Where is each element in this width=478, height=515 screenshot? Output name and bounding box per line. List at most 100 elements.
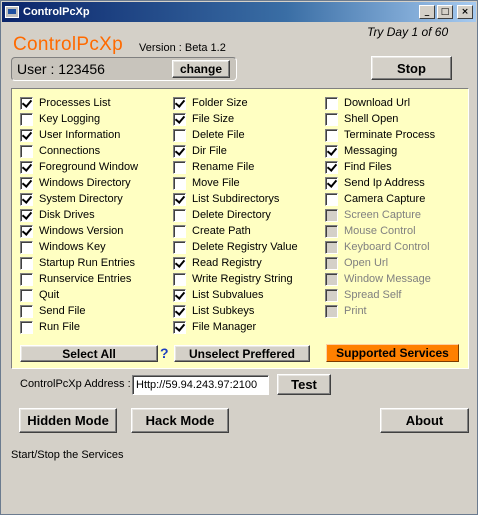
service-option[interactable]: Send File (20, 303, 138, 319)
service-option[interactable]: File Manager (173, 319, 298, 335)
checkbox-checked[interactable] (325, 144, 338, 158)
checkbox[interactable] (20, 240, 33, 254)
service-option[interactable]: Key Logging (20, 111, 138, 127)
service-option[interactable]: User Information (20, 127, 138, 143)
service-option[interactable]: List Subvalues (173, 287, 298, 303)
checkbox-checked[interactable] (173, 256, 186, 270)
service-option[interactable]: Open Url (325, 255, 435, 271)
service-option[interactable]: Disk Drives (20, 207, 138, 223)
service-option[interactable]: Write Registry String (173, 271, 298, 287)
checkbox-checked[interactable] (20, 224, 33, 238)
service-option[interactable]: Connections (20, 143, 138, 159)
service-option[interactable]: Read Registry (173, 255, 298, 271)
checkbox-checked[interactable] (173, 320, 186, 334)
checkbox[interactable] (173, 208, 186, 222)
stop-button[interactable]: Stop (371, 56, 452, 80)
service-option[interactable]: Download Url (325, 95, 435, 111)
minimize-button[interactable]: _ (419, 5, 435, 19)
checkbox[interactable] (173, 160, 186, 174)
test-button[interactable]: Test (277, 374, 331, 395)
about-button[interactable]: About (380, 408, 469, 433)
checkbox-checked[interactable] (325, 160, 338, 174)
checkbox-checked[interactable] (173, 304, 186, 318)
service-option[interactable]: Shell Open (325, 111, 435, 127)
help-icon[interactable]: ? (160, 345, 169, 361)
checkbox-checked[interactable] (20, 96, 33, 110)
service-option[interactable]: Windows Version (20, 223, 138, 239)
service-option[interactable]: List Subdirectorys (173, 191, 298, 207)
checkbox[interactable] (20, 304, 33, 318)
checkbox[interactable] (173, 224, 186, 238)
service-option[interactable]: Send Ip Address (325, 175, 435, 191)
service-option[interactable]: Terminate Process (325, 127, 435, 143)
checkbox-checked[interactable] (325, 176, 338, 190)
service-option[interactable]: Rename File (173, 159, 298, 175)
service-option[interactable]: Camera Capture (325, 191, 435, 207)
service-option[interactable]: Run File (20, 319, 138, 335)
checkbox-checked[interactable] (173, 144, 186, 158)
service-option[interactable]: Foreground Window (20, 159, 138, 175)
checkbox[interactable] (20, 256, 33, 270)
select-all-button[interactable]: Select All (20, 345, 158, 362)
checkbox[interactable] (20, 288, 33, 302)
service-option-label: List Subkeys (192, 305, 255, 317)
checkbox-checked[interactable] (173, 288, 186, 302)
hidden-mode-button[interactable]: Hidden Mode (19, 408, 117, 433)
service-option-label: Keyboard Control (344, 241, 430, 253)
checkbox-checked[interactable] (20, 176, 33, 190)
service-option[interactable]: Delete Directory (173, 207, 298, 223)
service-option[interactable]: Create Path (173, 223, 298, 239)
checkbox[interactable] (173, 240, 186, 254)
title-bar[interactable]: ControlPcXp _ □ × (2, 2, 476, 22)
checkbox[interactable] (20, 272, 33, 286)
checkbox-checked[interactable] (20, 208, 33, 222)
service-option[interactable]: Processes List (20, 95, 138, 111)
checkbox[interactable] (325, 192, 338, 206)
checkbox[interactable] (20, 112, 33, 126)
checkbox[interactable] (20, 144, 33, 158)
service-option[interactable]: Messaging (325, 143, 435, 159)
unselect-preferred-button[interactable]: Unselect Preffered (174, 345, 310, 362)
close-button[interactable]: × (457, 5, 473, 19)
checkbox[interactable] (173, 176, 186, 190)
service-option[interactable]: Delete File (173, 127, 298, 143)
checkbox-checked[interactable] (20, 160, 33, 174)
checkbox[interactable] (325, 96, 338, 110)
change-button[interactable]: change (172, 60, 230, 78)
service-option-label: Delete Registry Value (192, 241, 298, 253)
service-option[interactable]: Quit (20, 287, 138, 303)
service-option[interactable]: Keyboard Control (325, 239, 435, 255)
services-column-2: Folder Size File Size Delete File Dir File R… (173, 95, 298, 335)
service-option[interactable]: Windows Key (20, 239, 138, 255)
supported-services-button[interactable]: Supported Services (326, 344, 459, 362)
checkbox[interactable] (325, 112, 338, 126)
hack-mode-button[interactable]: Hack Mode (131, 408, 229, 433)
service-option[interactable]: Move File (173, 175, 298, 191)
checkbox[interactable] (20, 320, 33, 334)
service-option[interactable]: Folder Size (173, 95, 298, 111)
service-option[interactable]: File Size (173, 111, 298, 127)
service-option[interactable]: Spread Self (325, 287, 435, 303)
checkbox-checked[interactable] (173, 192, 186, 206)
checkbox-checked[interactable] (173, 112, 186, 126)
checkbox-checked[interactable] (20, 128, 33, 142)
service-option[interactable]: Runservice Entries (20, 271, 138, 287)
checkbox[interactable] (173, 272, 186, 286)
checkbox[interactable] (173, 128, 186, 142)
service-option[interactable]: Mouse Control (325, 223, 435, 239)
maximize-button[interactable]: □ (437, 5, 453, 19)
checkbox[interactable] (325, 128, 338, 142)
checkbox-checked[interactable] (20, 192, 33, 206)
service-option[interactable]: List Subkeys (173, 303, 298, 319)
service-option[interactable]: Screen Capture (325, 207, 435, 223)
service-option[interactable]: Dir File (173, 143, 298, 159)
address-input[interactable]: Http://59.94.243.97:2100 (132, 375, 269, 395)
checkbox-checked[interactable] (173, 96, 186, 110)
service-option[interactable]: Print (325, 303, 435, 319)
service-option[interactable]: Window Message (325, 271, 435, 287)
service-option[interactable]: System Directory (20, 191, 138, 207)
service-option[interactable]: Find Files (325, 159, 435, 175)
service-option[interactable]: Delete Registry Value (173, 239, 298, 255)
service-option[interactable]: Windows Directory (20, 175, 138, 191)
service-option[interactable]: Startup Run Entries (20, 255, 138, 271)
